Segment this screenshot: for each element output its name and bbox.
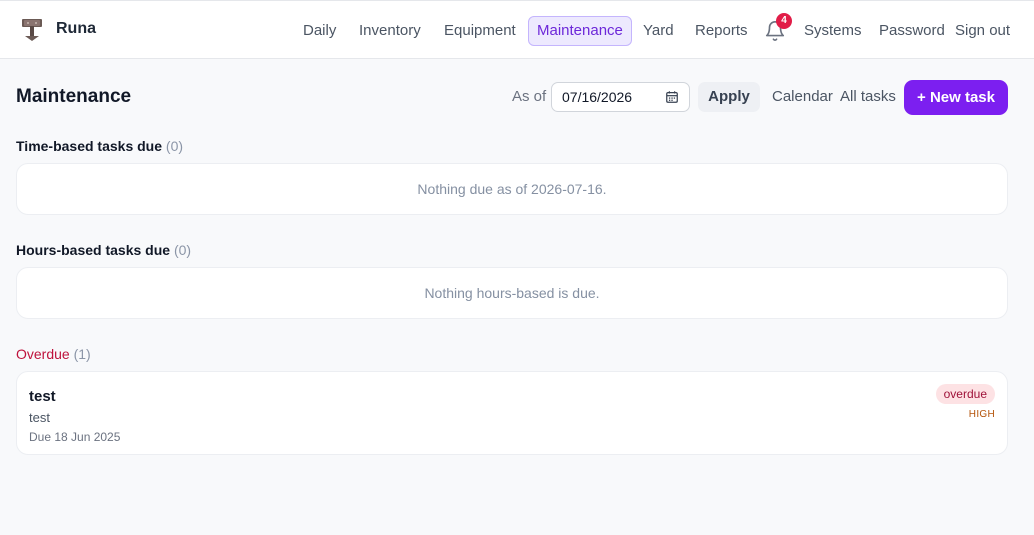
notification-badge: 4 <box>776 13 792 29</box>
nav-reports[interactable]: Reports <box>695 16 748 46</box>
all-tasks-link[interactable]: All tasks <box>840 88 896 105</box>
section-count: (0) <box>165 138 184 154</box>
nav-equipment[interactable]: Equipment <box>444 16 516 46</box>
apply-button[interactable]: Apply <box>698 82 760 112</box>
nav-daily[interactable]: Daily <box>303 16 336 46</box>
hours-based-card: Nothing hours-based is due. <box>16 267 1008 319</box>
priority-label: HIGH <box>968 409 995 420</box>
overdue-section-title: Overdue (1) <box>16 346 91 362</box>
task-due-date: Due 18 Jun 2025 <box>29 430 121 444</box>
section-count: (0) <box>173 242 192 258</box>
section-title-text: Hours-based tasks due <box>16 242 171 258</box>
nav-maintenance[interactable]: Maintenance <box>528 16 632 46</box>
new-task-button[interactable]: + New task <box>904 80 1008 115</box>
section-count: (1) <box>73 346 91 362</box>
nav-yard[interactable]: Yard <box>643 16 674 46</box>
nav-sign-out[interactable]: Sign out <box>955 16 1010 46</box>
nav-inventory[interactable]: Inventory <box>359 16 421 46</box>
task-card[interactable]: test test Due 18 Jun 2025 overdue HIGH <box>16 371 1008 455</box>
as-of-label: As of <box>512 88 547 105</box>
calendar-link[interactable]: Calendar <box>772 88 833 105</box>
as-of-date-input[interactable]: 07/16/2026 <box>551 82 690 112</box>
section-title-text: Time-based tasks due <box>16 138 163 154</box>
time-based-section-title: Time-based tasks due (0) <box>16 138 183 154</box>
task-description: test <box>29 410 50 425</box>
section-title-text: Overdue <box>16 346 70 362</box>
date-value: 07/16/2026 <box>562 89 633 105</box>
hours-based-section-title: Hours-based tasks due (0) <box>16 242 191 258</box>
time-based-card: Nothing due as of 2026-07-16. <box>16 163 1008 215</box>
page-title: Maintenance <box>16 86 132 107</box>
main-nav: Daily Inventory Equipment Maintenance Ya… <box>0 13 1034 46</box>
nav-systems[interactable]: Systems <box>804 16 862 46</box>
empty-state-text: Nothing due as of 2026-07-16. <box>417 181 607 197</box>
top-navigation-bar: Runa Daily Inventory Equipment Maintenan… <box>0 0 1034 59</box>
calendar-icon[interactable] <box>665 90 679 104</box>
task-title[interactable]: test <box>29 388 56 405</box>
status-badge: overdue <box>935 384 995 404</box>
empty-state-text: Nothing hours-based is due. <box>424 285 600 301</box>
nav-password[interactable]: Password <box>879 16 945 46</box>
